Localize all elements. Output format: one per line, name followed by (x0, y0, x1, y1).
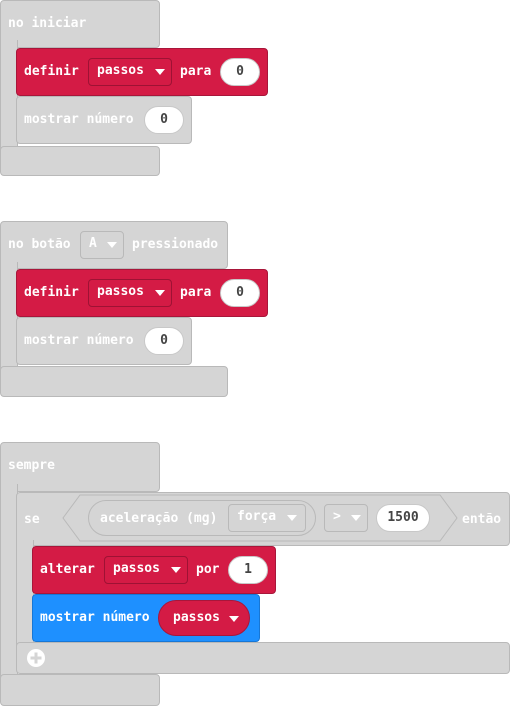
compare-value-input[interactable]: 1500 (376, 504, 430, 532)
then-label: então (462, 512, 502, 527)
change-value-input[interactable]: 1 (228, 556, 268, 584)
to-label: para (180, 285, 212, 300)
if-label: se (24, 512, 40, 527)
by-label: por (196, 562, 220, 577)
on-button-suffix: pressionado (132, 237, 219, 252)
chevron-down-icon (287, 515, 297, 521)
variable-dropdown[interactable]: passos (88, 58, 172, 86)
chevron-down-icon (107, 242, 117, 248)
plus-circle-icon[interactable] (26, 648, 46, 668)
acceleration-label: aceleração (mg) (100, 511, 218, 526)
chevron-down-icon (155, 290, 165, 296)
chevron-down-icon (351, 515, 361, 521)
show-number-label: mostrar número (24, 333, 134, 348)
value-input[interactable]: 0 (220, 279, 260, 307)
show-number-label: mostrar número (40, 610, 150, 625)
on-start-label: no iniciar (8, 16, 87, 31)
variable-reporter[interactable]: passos (158, 600, 250, 636)
variable-dropdown[interactable]: passos (88, 279, 172, 307)
change-label: alterar (40, 562, 95, 577)
show-number-label: mostrar número (24, 112, 134, 127)
dimension-dropdown[interactable]: força (228, 504, 306, 532)
button-dropdown[interactable]: A (80, 231, 124, 259)
forever-label: sempre (8, 458, 55, 473)
operator-dropdown[interactable]: > (324, 504, 368, 532)
variable-dropdown[interactable]: passos (104, 556, 188, 584)
set-label: definir (24, 285, 79, 300)
number-input[interactable]: 0 (144, 327, 184, 355)
set-label: definir (24, 64, 79, 79)
on-button-hat-bottom (0, 366, 228, 397)
on-button-prefix: no botão (8, 237, 71, 252)
to-label: para (180, 64, 212, 79)
number-input[interactable]: 0 (144, 106, 184, 134)
if-block-bottom[interactable] (16, 642, 510, 674)
value-input[interactable]: 0 (220, 58, 260, 86)
chevron-down-icon (171, 567, 181, 573)
chevron-down-icon (155, 69, 165, 75)
chevron-down-icon (229, 616, 239, 622)
forever-hat-bottom (0, 674, 160, 706)
on-start-hat-bottom (0, 146, 160, 176)
